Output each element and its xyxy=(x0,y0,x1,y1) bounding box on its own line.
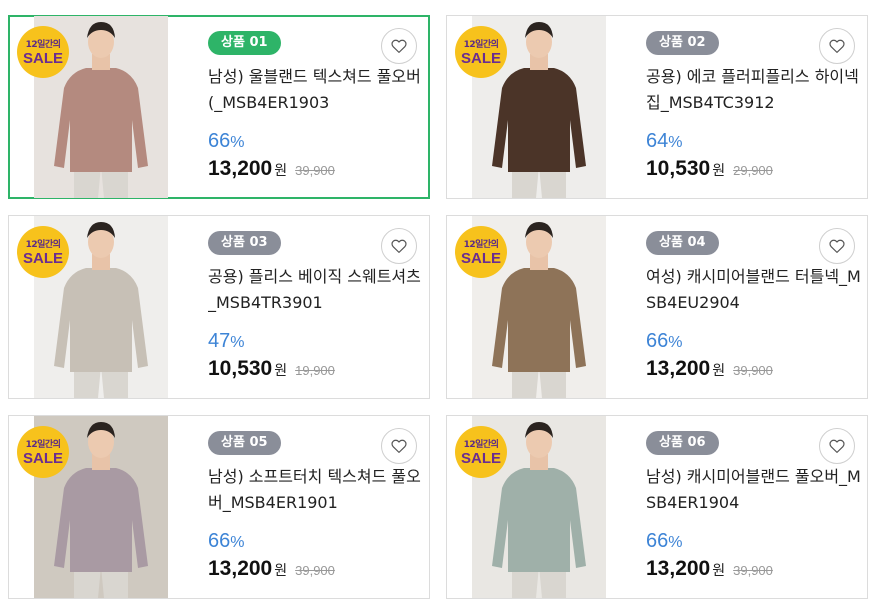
sale-badge-period: 12일간의 xyxy=(25,240,61,250)
currency-unit: 원 xyxy=(712,563,726,579)
currency-unit: 원 xyxy=(712,363,726,379)
price-row: 13,200 원 39,900 xyxy=(646,557,861,583)
product-title[interactable]: 공용) 에코 플러피플리스 하이넥 집_MSB4TC3912 xyxy=(646,64,861,116)
wishlist-button[interactable] xyxy=(381,428,417,464)
sale-badge-period: 12일간의 xyxy=(463,240,499,250)
product-card-05[interactable]: 12일간의 SALE 상품 05 남성) 소프트터치 텍스쳐드 풀오버_MSB4… xyxy=(8,415,430,599)
product-title[interactable]: 여성) 캐시미어블랜드 터틀넥_MSB4EU2904 xyxy=(646,264,861,316)
product-title[interactable]: 남성) 캐시미어블랜드 풀오버_MSB4ER1904 xyxy=(646,464,861,516)
price-row: 13,200 원 39,900 xyxy=(208,157,423,183)
product-title[interactable]: 남성) 울블랜드 텍스쳐드 풀오버 (_MSB4ER1903 xyxy=(208,64,423,116)
product-card-04[interactable]: 12일간의 SALE 상품 04 여성) 캐시미어블랜드 터틀넥_MSB4EU2… xyxy=(446,215,868,399)
sale-badge-label: SALE xyxy=(460,450,501,467)
wishlist-button[interactable] xyxy=(819,228,855,264)
discount-rate: 47% xyxy=(208,330,423,354)
sale-badge-period: 12일간의 xyxy=(463,440,499,450)
discount-value: 66 xyxy=(208,130,231,152)
currency-unit: 원 xyxy=(274,563,288,579)
original-price: 39,900 xyxy=(295,563,335,578)
original-price: 29,900 xyxy=(733,163,773,178)
heart-outline-icon xyxy=(829,439,845,453)
product-number-badge: 상품 03 xyxy=(208,231,281,255)
sale-badge-label: SALE xyxy=(460,250,501,267)
sale-badge-period: 12일간의 xyxy=(25,440,61,450)
original-price: 39,900 xyxy=(295,163,335,178)
discount-rate: 66% xyxy=(646,530,861,554)
wishlist-button[interactable] xyxy=(381,28,417,64)
original-price: 39,900 xyxy=(733,363,773,378)
sale-price: 13,200 xyxy=(646,557,711,580)
discount-unit: % xyxy=(668,534,683,551)
discount-value: 66 xyxy=(208,530,231,552)
discount-value: 66 xyxy=(646,530,669,552)
product-number-badge: 상품 02 xyxy=(646,31,719,55)
discount-unit: % xyxy=(230,334,245,351)
wishlist-button[interactable] xyxy=(381,228,417,264)
product-card-03[interactable]: 12일간의 SALE 상품 03 공용) 플리스 베이직 스웨트셔츠_MSB4T… xyxy=(8,215,430,399)
currency-unit: 원 xyxy=(274,363,288,379)
price-row: 13,200 원 39,900 xyxy=(208,557,423,583)
sale-price: 13,200 xyxy=(208,557,273,580)
discount-unit: % xyxy=(230,134,245,151)
discount-value: 64 xyxy=(646,130,669,152)
sale-badge-label: SALE xyxy=(22,50,63,67)
wishlist-button[interactable] xyxy=(819,28,855,64)
discount-unit: % xyxy=(230,534,245,551)
discount-rate: 66% xyxy=(208,530,423,554)
sale-price: 13,200 xyxy=(646,357,711,380)
product-title[interactable]: 공용) 플리스 베이직 스웨트셔츠_MSB4TR3901 xyxy=(208,264,423,316)
product-card-02[interactable]: 12일간의 SALE 상품 02 공용) 에코 플러피플리스 하이넥 집_MSB… xyxy=(446,15,868,199)
sale-badge: 12일간의 SALE xyxy=(455,226,507,278)
price-row: 13,200 원 39,900 xyxy=(646,357,861,383)
discount-rate: 64% xyxy=(646,130,861,154)
sale-badge-period: 12일간의 xyxy=(25,40,61,50)
sale-badge-label: SALE xyxy=(22,250,63,267)
sale-price: 10,530 xyxy=(208,357,273,380)
product-card-01[interactable]: 12일간의 SALE 상품 01 남성) 울블랜드 텍스쳐드 풀오버 (_MSB… xyxy=(8,15,430,199)
discount-unit: % xyxy=(668,134,683,151)
product-card-06[interactable]: 12일간의 SALE 상품 06 남성) 캐시미어블랜드 풀오버_MSB4ER1… xyxy=(446,415,868,599)
price-row: 10,530 원 29,900 xyxy=(646,157,861,183)
heart-outline-icon xyxy=(391,239,407,253)
sale-badge: 12일간의 SALE xyxy=(455,426,507,478)
heart-outline-icon xyxy=(829,39,845,53)
product-number-badge: 상품 06 xyxy=(646,431,719,455)
sale-badge: 12일간의 SALE xyxy=(455,26,507,78)
discount-unit: % xyxy=(668,334,683,351)
product-number-badge: 상품 01 xyxy=(208,31,281,55)
product-title[interactable]: 남성) 소프트터치 텍스쳐드 풀오버_MSB4ER1901 xyxy=(208,464,423,516)
discount-rate: 66% xyxy=(208,130,423,154)
sale-badge: 12일간의 SALE xyxy=(17,226,69,278)
sale-badge-label: SALE xyxy=(22,450,63,467)
discount-rate: 66% xyxy=(646,330,861,354)
product-number-badge: 상품 05 xyxy=(208,431,281,455)
original-price: 39,900 xyxy=(733,563,773,578)
heart-outline-icon xyxy=(391,439,407,453)
heart-outline-icon xyxy=(391,39,407,53)
product-number-badge: 상품 04 xyxy=(646,231,719,255)
original-price: 19,900 xyxy=(295,363,335,378)
sale-badge: 12일간의 SALE xyxy=(17,426,69,478)
price-row: 10,530 원 19,900 xyxy=(208,357,423,383)
sale-badge: 12일간의 SALE xyxy=(17,26,69,78)
heart-outline-icon xyxy=(829,239,845,253)
sale-price: 10,530 xyxy=(646,157,711,180)
sale-badge-period: 12일간의 xyxy=(463,40,499,50)
sale-price: 13,200 xyxy=(208,157,273,180)
currency-unit: 원 xyxy=(712,163,726,179)
sale-badge-label: SALE xyxy=(460,50,501,67)
discount-value: 66 xyxy=(646,330,669,352)
discount-value: 47 xyxy=(208,330,231,352)
wishlist-button[interactable] xyxy=(819,428,855,464)
currency-unit: 원 xyxy=(274,163,288,179)
